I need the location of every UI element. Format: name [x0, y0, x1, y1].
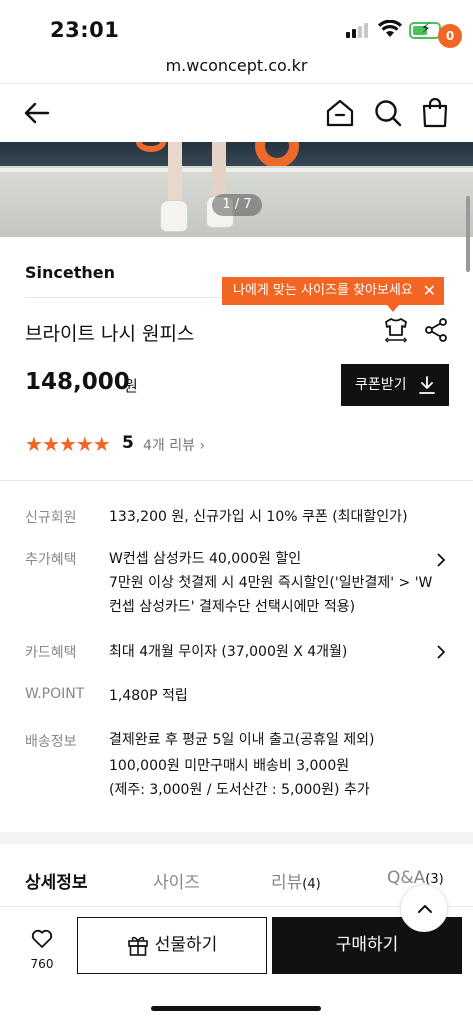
- info-label-wpoint: W.POINT: [25, 686, 85, 702]
- info-value-card-benefit[interactable]: 최대 4개월 무이자 (37,000원 X 4개월): [109, 640, 347, 664]
- chevron-right-icon[interactable]: [436, 644, 446, 660]
- cart-count-badge: 0: [438, 24, 462, 48]
- star-rating: ★★★★★: [25, 432, 111, 456]
- rating-score: 5: [122, 433, 134, 453]
- tab-review[interactable]: 리뷰(4): [271, 868, 321, 893]
- star-icon: ★: [41, 432, 60, 456]
- tab-detail[interactable]: 상세정보: [25, 868, 88, 893]
- star-icon: ★: [58, 432, 77, 456]
- info-value-shipping: 결제완료 후 평균 5일 이내 출고(공휴일 제외) 100,000원 미만구매…: [109, 732, 375, 798]
- coupon-download-button[interactable]: 쿠폰받기: [341, 364, 449, 406]
- scroll-to-top-button[interactable]: [400, 884, 448, 932]
- download-icon: [419, 376, 435, 394]
- gift-icon: [127, 936, 148, 956]
- info-value-extra-benefit[interactable]: W컨셉 삼성카드 40,000원 할인 7만원 이상 첫결제 시 4만원 즉시할…: [109, 547, 432, 619]
- star-icon: ★: [75, 432, 94, 456]
- review-count-link[interactable]: 4개 리뷰 ›: [143, 435, 205, 455]
- status-bar: 23:01 ⚡: [0, 0, 473, 50]
- back-arrow-icon[interactable]: [22, 98, 52, 128]
- size-guide-icon[interactable]: [383, 317, 409, 343]
- tab-review-count: (4): [302, 877, 321, 892]
- buy-button-label: 구매하기: [335, 935, 399, 955]
- close-icon[interactable]: ✕: [423, 277, 436, 305]
- shopping-bag-icon[interactable]: [420, 96, 450, 128]
- info-label-extra-benefit: 추가혜택: [25, 552, 77, 568]
- heart-icon: [31, 929, 53, 948]
- product-image-carousel[interactable]: 1 / 7: [0, 142, 473, 237]
- info-value-new-member: 133,200 원, 신규가입 시 10% 쿠폰 (최대할인가): [109, 509, 408, 525]
- home-icon[interactable]: [325, 98, 355, 128]
- chevron-right-icon[interactable]: [436, 552, 446, 568]
- size-recommendation-tooltip[interactable]: 나에게 맞는 사이즈를 찾아보세요 ✕: [222, 277, 444, 312]
- gift-button-label: 선물하기: [154, 935, 218, 955]
- wishlist-button[interactable]: 760: [22, 929, 62, 971]
- wifi-icon: [378, 20, 402, 37]
- home-indicator: [151, 1006, 321, 1011]
- page-scrollbar[interactable]: [466, 196, 470, 272]
- image-counter: 1 / 7: [212, 194, 262, 216]
- brand-name[interactable]: Sincethen: [25, 263, 115, 282]
- chevron-up-icon: [418, 905, 432, 913]
- status-time: 23:01: [50, 18, 120, 42]
- star-icon: ★: [92, 432, 111, 456]
- info-label-shipping: 배송정보: [25, 734, 77, 750]
- share-icon[interactable]: [424, 318, 448, 342]
- charging-bolt-icon: ⚡: [421, 21, 431, 37]
- info-label-new-member: 신규회원: [25, 510, 77, 526]
- tooltip-text: 나에게 맞는 사이즈를 찾아보세요: [233, 283, 413, 298]
- cellular-signal-icon: [346, 22, 372, 38]
- info-label-card-benefit: 카드혜택: [25, 645, 77, 661]
- wishlist-count: 760: [30, 957, 54, 971]
- tab-size[interactable]: 사이즈: [153, 868, 200, 893]
- star-icon: ★: [25, 432, 43, 456]
- product-title: 브라이트 나시 원피스: [25, 323, 195, 345]
- product-price: 148,000: [25, 369, 130, 395]
- info-value-wpoint: 1,480P 적립: [109, 688, 188, 704]
- gift-button[interactable]: 선물하기: [77, 917, 267, 974]
- search-icon[interactable]: [373, 98, 403, 128]
- nav-header: [0, 84, 473, 142]
- url-bar[interactable]: m.wconcept.co.kr: [0, 52, 473, 84]
- divider: [0, 480, 473, 481]
- section-divider: [0, 832, 473, 844]
- coupon-button-label: 쿠폰받기: [355, 377, 407, 393]
- url-text: m.wconcept.co.kr: [165, 56, 308, 75]
- price-unit: 원: [124, 377, 138, 395]
